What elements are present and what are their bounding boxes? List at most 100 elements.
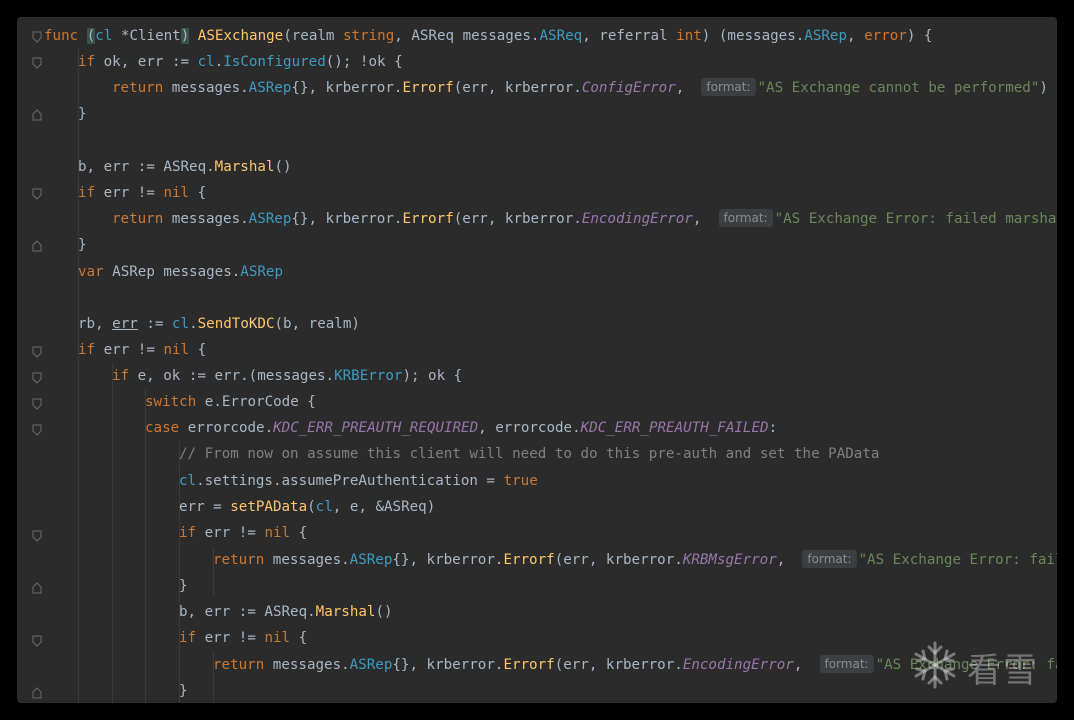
parameter-hint: format:: [701, 78, 756, 96]
code-text: }: [179, 683, 188, 699]
code-text: {}, krberror.: [291, 211, 403, 227]
fold-icon[interactable]: [32, 372, 42, 384]
keyword: nil: [264, 630, 291, 646]
code-line-10[interactable]: var ASRep messages.ASRep: [78, 259, 283, 285]
code-line-15[interactable]: switch e.ErrorCode {: [145, 389, 316, 415]
fold-icon[interactable]: [32, 687, 42, 699]
function-call: Errorf: [402, 80, 454, 96]
code-line-8[interactable]: return messages.ASRep{}, krberror.Errorf…: [112, 206, 1057, 232]
fold-icon[interactable]: [32, 109, 42, 121]
code-text: err !=: [95, 185, 164, 201]
code-text: err !=: [196, 525, 265, 541]
code-text: (realm: [283, 28, 344, 44]
code-line-14[interactable]: if e, ok := err.(messages.KRBError); ok …: [112, 363, 462, 389]
code-text: err !=: [196, 630, 265, 646]
code-line-3[interactable]: return messages.ASRep{}, krberror.Errorf…: [112, 75, 1048, 101]
code-text: ,: [793, 657, 811, 673]
method-call: SendToKDC: [197, 316, 275, 332]
string-literal: "AS Exchange cannot be performed": [757, 80, 1040, 96]
code-line-16[interactable]: case errorcode.KDC_ERR_PREAUTH_REQUIRED,…: [145, 415, 777, 441]
code-text: .: [189, 316, 198, 332]
code-text: .: [214, 54, 224, 70]
fold-icon[interactable]: [32, 346, 42, 358]
constant: EncodingError: [682, 657, 794, 673]
keyword: func: [44, 28, 79, 44]
code-line-18[interactable]: cl.settings.assumePreAuthentication = tr…: [179, 468, 538, 494]
method-call: Marshal: [315, 604, 376, 620]
identifier: cl: [171, 316, 190, 332]
indent-guide: [78, 49, 79, 703]
code-line-1[interactable]: func (cl *Client) ASExchange(realm strin…: [44, 23, 932, 49]
code-line-9[interactable]: }: [78, 232, 87, 258]
code-line-20[interactable]: if err != nil {: [179, 520, 307, 546]
code-line-22[interactable]: }: [179, 573, 188, 599]
fold-icon[interactable]: [32, 530, 42, 542]
code-text: , ASReq messages.: [394, 28, 540, 44]
code-text: ok, err :=: [95, 54, 198, 70]
code-line-13[interactable]: if err != nil {: [78, 337, 206, 363]
code-line-26[interactable]: }: [179, 678, 188, 703]
function-call: Errorf: [402, 211, 454, 227]
code-text: messages.: [264, 552, 350, 568]
code-text: messages.: [163, 80, 249, 96]
code-text: b, err := ASReq.: [179, 604, 316, 620]
function-call: Errorf: [503, 657, 555, 673]
fold-icon[interactable]: [32, 635, 42, 647]
code-text: {: [290, 525, 308, 541]
constant: KDC_ERR_PREAUTH_FAILED: [580, 420, 769, 436]
code-text: (: [307, 499, 316, 515]
code-text: {: [290, 630, 308, 646]
code-text: :: [768, 420, 778, 436]
fold-icon[interactable]: [32, 188, 42, 200]
parameter-hint: format:: [802, 550, 857, 568]
code-line-4[interactable]: }: [78, 101, 87, 127]
code-line-12[interactable]: rb, err := cl.SendToKDC(b, realm): [78, 311, 360, 337]
fold-icon[interactable]: [32, 240, 42, 252]
code-line-21[interactable]: return messages.ASRep{}, krberror.Errorf…: [213, 547, 1057, 573]
type-name: error: [864, 28, 907, 44]
keyword: return: [112, 211, 164, 227]
code-text: {: [189, 342, 207, 358]
type-name: ASReq: [539, 28, 583, 44]
code-text: , referral: [582, 28, 677, 44]
code-line-24[interactable]: if err != nil {: [179, 625, 307, 651]
keyword: return: [112, 80, 164, 96]
fold-icon[interactable]: [32, 398, 42, 410]
code-line-17[interactable]: // From now on assume this client will n…: [179, 441, 879, 467]
code-text: , errorcode.: [478, 420, 581, 436]
code-line-23[interactable]: b, err := ASReq.Marshal(): [179, 599, 393, 625]
watermark-text: 看雪: [967, 650, 1039, 691]
keyword: case: [145, 420, 180, 436]
keyword: if: [179, 630, 197, 646]
code-editor[interactable]: func (cl *Client) ASExchange(realm strin…: [17, 17, 1057, 703]
parameter-hint: format:: [718, 209, 773, 227]
identifier: cl: [197, 54, 215, 70]
code-text: ,: [692, 211, 710, 227]
code-text: e.ErrorCode {: [196, 394, 316, 410]
fold-icon[interactable]: [32, 57, 42, 69]
code-text: ) {: [906, 28, 933, 44]
type-name: ASRep: [804, 28, 848, 44]
code-line-6[interactable]: b, err := ASReq.Marshal(): [78, 154, 292, 180]
keyword: true: [503, 473, 538, 489]
code-text: ASRep messages.: [103, 264, 241, 280]
keyword: return: [213, 552, 265, 568]
receiver-type: *Client: [112, 28, 181, 44]
code-comment: // From now on assume this client will n…: [179, 446, 880, 462]
fold-icon[interactable]: [32, 424, 42, 436]
fold-icon[interactable]: [32, 582, 42, 594]
code-text: messages.: [163, 211, 249, 227]
code-line-7[interactable]: if err != nil {: [78, 180, 206, 206]
function-call: setPAData: [230, 499, 308, 515]
function-name: ASExchange: [197, 28, 284, 44]
code-text: ,: [776, 552, 794, 568]
code-line-2[interactable]: if ok, err := cl.IsConfigured(); !ok {: [78, 49, 403, 75]
editor-gutter: [17, 17, 45, 703]
code-line-19[interactable]: err = setPAData(cl, e, &ASReq): [179, 494, 435, 520]
code-text: .settings.assumePreAuthentication =: [196, 473, 504, 489]
keyword: nil: [163, 185, 190, 201]
fold-icon[interactable]: [32, 31, 42, 43]
code-text: b, err := ASReq.: [78, 159, 215, 175]
type-name: KRBError: [334, 368, 403, 384]
constant: KDC_ERR_PREAUTH_REQUIRED: [273, 420, 479, 436]
